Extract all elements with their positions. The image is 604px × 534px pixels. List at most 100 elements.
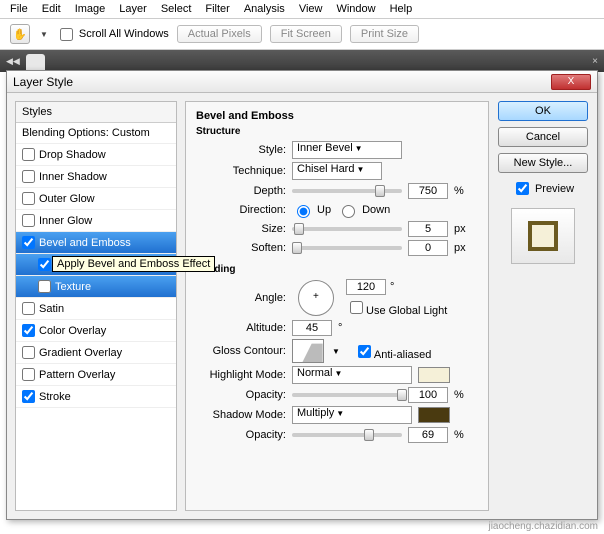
menu-file[interactable]: File bbox=[10, 3, 28, 15]
dialog-buttons: OK Cancel New Style... Preview bbox=[497, 101, 589, 511]
size-slider[interactable] bbox=[292, 227, 402, 231]
depth-slider[interactable] bbox=[292, 189, 402, 193]
style-label: Stroke bbox=[39, 391, 71, 403]
dialog-titlebar[interactable]: Layer Style X bbox=[7, 71, 597, 93]
altitude-deg: ° bbox=[338, 322, 342, 334]
soften-input[interactable] bbox=[408, 240, 448, 256]
size-input[interactable] bbox=[408, 221, 448, 237]
preview-thumbnail bbox=[511, 208, 575, 264]
shadow-opacity-unit: % bbox=[454, 429, 474, 441]
style-label: Bevel and Emboss bbox=[39, 237, 131, 249]
menu-analysis[interactable]: Analysis bbox=[244, 3, 285, 15]
shading-heading: Shading bbox=[196, 264, 478, 275]
chevron-down-icon[interactable]: ▼ bbox=[332, 347, 340, 356]
preview-checkbox[interactable]: Preview bbox=[512, 179, 574, 198]
style-checkbox[interactable] bbox=[38, 280, 51, 293]
technique-label: Technique: bbox=[196, 165, 286, 177]
style-item-texture[interactable]: Texture bbox=[16, 276, 176, 298]
shadow-color-swatch[interactable] bbox=[418, 407, 450, 423]
style-item-outer-glow[interactable]: Outer Glow bbox=[16, 188, 176, 210]
blending-options-row[interactable]: Blending Options: Custom bbox=[16, 123, 176, 144]
menu-view[interactable]: View bbox=[299, 3, 323, 15]
menu-edit[interactable]: Edit bbox=[42, 3, 61, 15]
style-checkbox[interactable] bbox=[38, 258, 51, 271]
technique-select[interactable]: Chisel Hard▼ bbox=[292, 162, 382, 180]
style-checkbox[interactable] bbox=[22, 302, 35, 315]
close-button[interactable]: X bbox=[551, 74, 591, 90]
altitude-input[interactable] bbox=[292, 320, 332, 336]
style-item-color-overlay[interactable]: Color Overlay bbox=[16, 320, 176, 342]
cancel-button[interactable]: Cancel bbox=[498, 127, 588, 147]
highlight-opacity-unit: % bbox=[454, 389, 474, 401]
menu-select[interactable]: Select bbox=[161, 3, 192, 15]
anti-aliased-checkbox[interactable]: Anti-aliased bbox=[354, 342, 431, 361]
style-checkbox[interactable] bbox=[22, 324, 35, 337]
style-item-inner-shadow[interactable]: Inner Shadow bbox=[16, 166, 176, 188]
direction-label: Direction: bbox=[196, 204, 286, 216]
style-item-drop-shadow[interactable]: Drop Shadow bbox=[16, 144, 176, 166]
soften-slider[interactable] bbox=[292, 246, 402, 250]
style-checkbox[interactable] bbox=[22, 368, 35, 381]
style-checkbox[interactable] bbox=[22, 346, 35, 359]
size-unit: px bbox=[454, 223, 474, 235]
style-label: Style: bbox=[196, 144, 286, 156]
style-item-pattern-overlay[interactable]: Pattern Overlay bbox=[16, 364, 176, 386]
print-size-button[interactable]: Print Size bbox=[350, 25, 419, 43]
tooltip: Apply Bevel and Emboss Effect bbox=[52, 256, 215, 272]
style-checkbox[interactable] bbox=[22, 148, 35, 161]
styles-header[interactable]: Styles bbox=[16, 102, 176, 123]
shadow-opacity-input[interactable] bbox=[408, 427, 448, 443]
style-label: Inner Glow bbox=[39, 215, 92, 227]
direction-up-radio[interactable] bbox=[297, 205, 310, 218]
style-item-bevel-and-emboss[interactable]: Bevel and Emboss bbox=[16, 232, 176, 254]
gloss-contour-picker[interactable] bbox=[292, 339, 324, 363]
bevel-emboss-panel: Bevel and Emboss Structure Style: Inner … bbox=[185, 101, 489, 511]
shadow-opacity-slider[interactable] bbox=[292, 433, 402, 437]
angle-deg: ° bbox=[390, 281, 394, 293]
menu-filter[interactable]: Filter bbox=[205, 3, 229, 15]
shadow-mode-label: Shadow Mode: bbox=[196, 409, 286, 421]
style-item-stroke[interactable]: Stroke bbox=[16, 386, 176, 408]
angle-dial[interactable]: + bbox=[298, 280, 334, 316]
style-item-gradient-overlay[interactable]: Gradient Overlay bbox=[16, 342, 176, 364]
size-label: Size: bbox=[196, 223, 286, 235]
direction-down-radio[interactable] bbox=[342, 205, 355, 218]
tab-nav-left-icon[interactable]: ◀◀ bbox=[6, 56, 20, 67]
depth-label: Depth: bbox=[196, 185, 286, 197]
menu-image[interactable]: Image bbox=[75, 3, 106, 15]
gloss-contour-label: Gloss Contour: bbox=[196, 345, 286, 357]
style-checkbox[interactable] bbox=[22, 192, 35, 205]
hand-tool-icon[interactable]: ✋ bbox=[10, 24, 30, 44]
style-checkbox[interactable] bbox=[22, 214, 35, 227]
angle-input[interactable] bbox=[346, 279, 386, 295]
highlight-color-swatch[interactable] bbox=[418, 367, 450, 383]
style-item-satin[interactable]: Satin bbox=[16, 298, 176, 320]
menu-layer[interactable]: Layer bbox=[119, 3, 147, 15]
style-select[interactable]: Inner Bevel▼ bbox=[292, 141, 402, 159]
style-label: Inner Shadow bbox=[39, 171, 107, 183]
scroll-all-windows-checkbox[interactable]: Scroll All Windows bbox=[56, 25, 169, 44]
tool-dropdown-icon[interactable]: ▼ bbox=[40, 30, 48, 39]
structure-heading: Structure bbox=[196, 126, 478, 137]
menu-window[interactable]: Window bbox=[336, 3, 375, 15]
style-label: Texture bbox=[55, 281, 91, 293]
depth-input[interactable] bbox=[408, 183, 448, 199]
use-global-light-checkbox[interactable]: Use Global Light bbox=[346, 305, 447, 317]
actual-pixels-button[interactable]: Actual Pixels bbox=[177, 25, 262, 43]
highlight-opacity-input[interactable] bbox=[408, 387, 448, 403]
style-checkbox[interactable] bbox=[22, 390, 35, 403]
altitude-label: Altitude: bbox=[196, 322, 286, 334]
soften-label: Soften: bbox=[196, 242, 286, 254]
new-style-button[interactable]: New Style... bbox=[498, 153, 588, 173]
highlight-opacity-slider[interactable] bbox=[292, 393, 402, 397]
highlight-mode-select[interactable]: Normal▼ bbox=[292, 366, 412, 384]
style-checkbox[interactable] bbox=[22, 236, 35, 249]
fit-screen-button[interactable]: Fit Screen bbox=[270, 25, 342, 43]
menu-help[interactable]: Help bbox=[390, 3, 413, 15]
tab-close-icon[interactable]: × bbox=[592, 56, 598, 67]
style-label: Drop Shadow bbox=[39, 149, 106, 161]
ok-button[interactable]: OK bbox=[498, 101, 588, 121]
shadow-mode-select[interactable]: Multiply▼ bbox=[292, 406, 412, 424]
style-checkbox[interactable] bbox=[22, 170, 35, 183]
style-item-inner-glow[interactable]: Inner Glow bbox=[16, 210, 176, 232]
